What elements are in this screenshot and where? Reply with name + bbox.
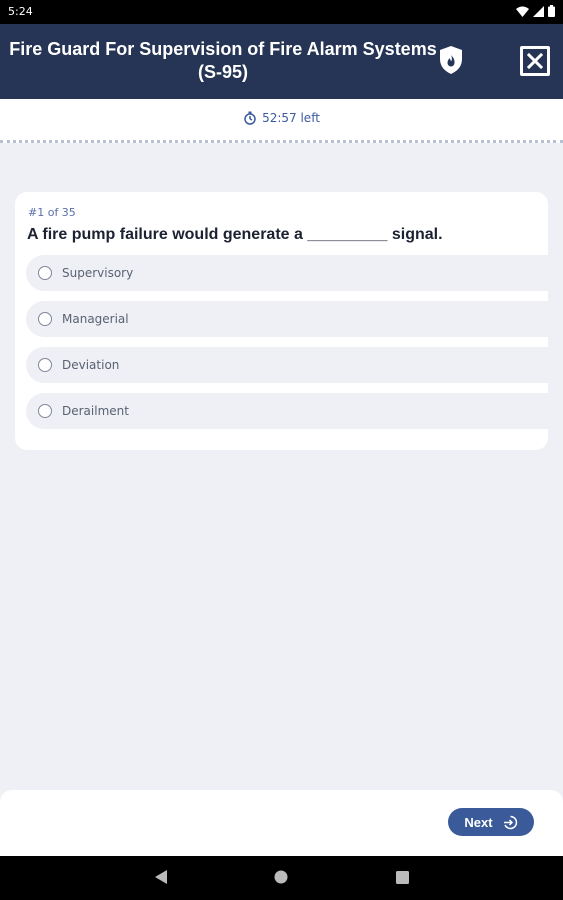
recents-icon[interactable] xyxy=(396,871,409,884)
close-icon xyxy=(527,53,543,69)
timer: 52:57 left xyxy=(0,111,563,125)
status-bar: 5:24 xyxy=(0,0,563,24)
close-button[interactable] xyxy=(520,46,550,76)
status-time: 5:24 xyxy=(8,5,33,18)
option-label: Managerial xyxy=(62,312,129,326)
answer-option-4[interactable]: Derailment xyxy=(26,393,548,429)
stopwatch-icon xyxy=(244,111,256,125)
radio-button[interactable] xyxy=(38,358,52,372)
time-left: 52:57 left xyxy=(262,111,320,125)
option-label: Derailment xyxy=(62,404,129,418)
option-label: Deviation xyxy=(62,358,120,372)
question-text: A fire pump failure would generate a ___… xyxy=(27,226,443,243)
timer-strip: 52:57 left xyxy=(0,99,563,143)
answer-option-2[interactable]: Managerial xyxy=(26,301,548,337)
page-title: Fire Guard For Supervision of Fire Alarm… xyxy=(9,39,437,82)
radio-button[interactable] xyxy=(38,404,52,418)
next-label: Next xyxy=(464,814,493,830)
answer-option-3[interactable]: Deviation xyxy=(26,347,548,383)
wifi-icon xyxy=(516,6,529,17)
radio-button[interactable] xyxy=(38,312,52,326)
question-card: #1 of 35 A fire pump failure would gener… xyxy=(15,192,548,450)
battery-icon xyxy=(548,5,555,17)
radio-button[interactable] xyxy=(38,266,52,280)
shield-fire-icon xyxy=(440,46,462,74)
arrow-right-circle-icon xyxy=(503,815,517,829)
answer-option-1[interactable]: Supervisory xyxy=(26,255,548,291)
home-icon[interactable] xyxy=(274,870,288,884)
status-icons xyxy=(516,5,555,17)
signal-icon xyxy=(533,5,544,17)
next-button[interactable]: Next xyxy=(448,808,534,836)
question-counter: #1 of 35 xyxy=(28,206,76,219)
system-nav-bar xyxy=(0,856,563,900)
option-label: Supervisory xyxy=(62,266,134,280)
app-header: Fire Guard For Supervision of Fire Alarm… xyxy=(0,24,563,99)
back-icon[interactable] xyxy=(154,869,168,885)
footer: Next xyxy=(0,790,563,856)
